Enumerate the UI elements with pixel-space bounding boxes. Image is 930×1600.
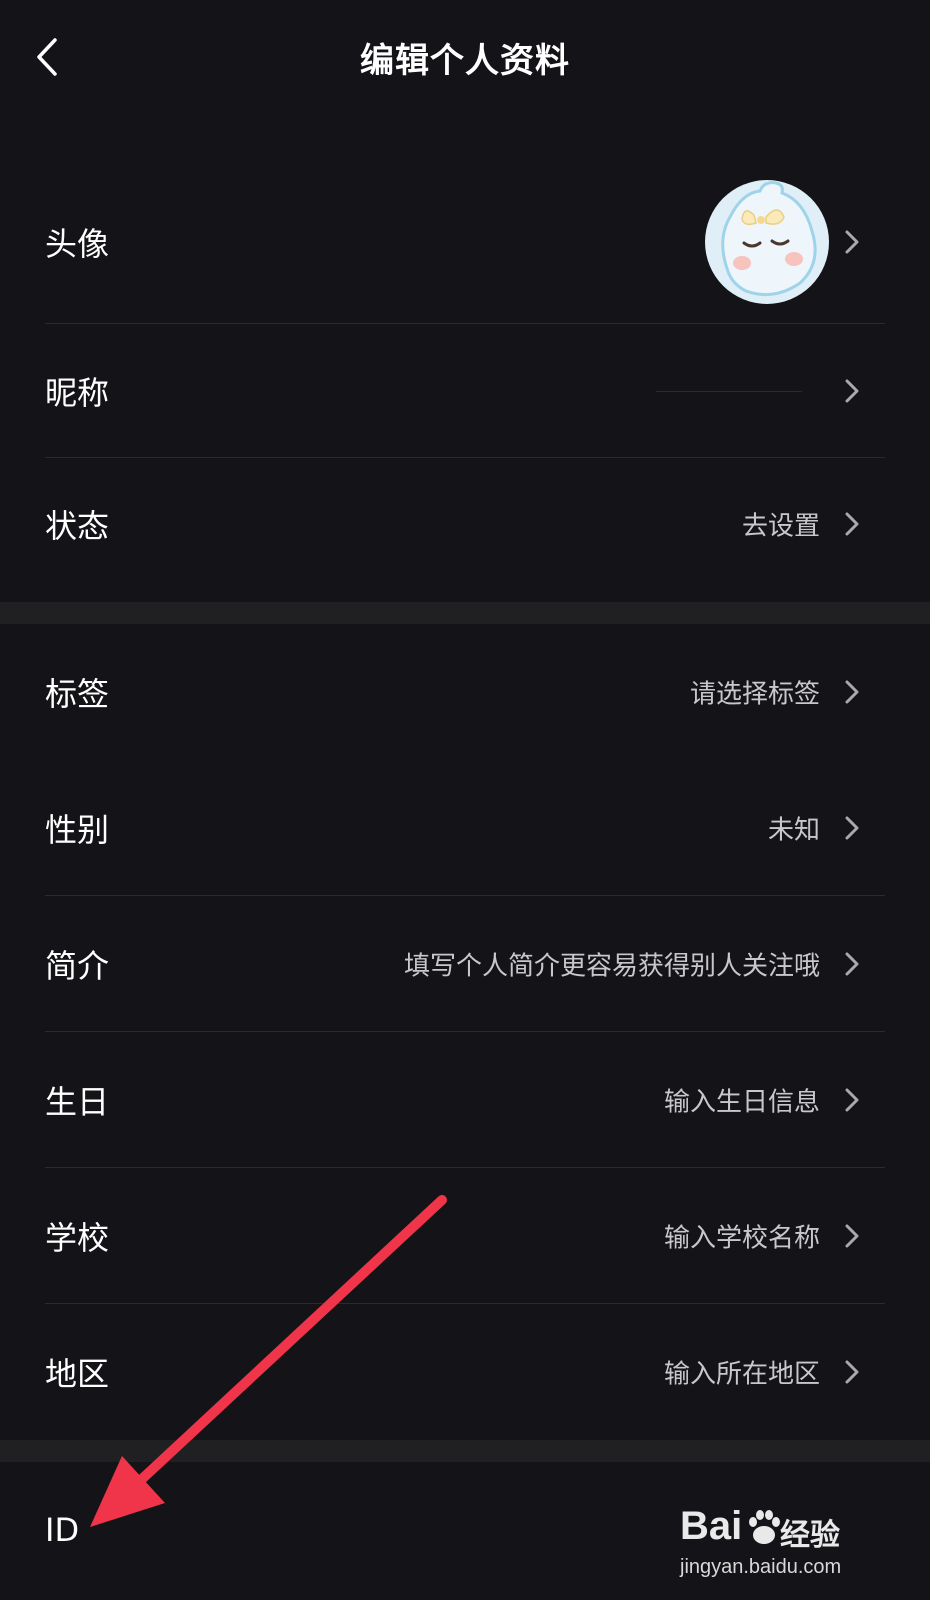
baidu-paw-icon bbox=[749, 1510, 780, 1544]
chevron-right-icon bbox=[845, 1224, 859, 1248]
row-label-tags: 标签 bbox=[45, 675, 110, 713]
row-gender[interactable]: 性别 未知 bbox=[0, 760, 930, 896]
watermark-logo-text: Bai bbox=[680, 1504, 743, 1548]
chevron-right-icon bbox=[845, 1360, 859, 1384]
row-label-gender: 性别 bbox=[45, 811, 110, 849]
chevron-right-icon bbox=[845, 1088, 859, 1112]
row-value-birthday: 输入生日信息 bbox=[663, 1087, 820, 1118]
row-value-status: 去设置 bbox=[741, 511, 820, 542]
baidu-jingyan-watermark: Bai 经验 jingyan.baidu.com bbox=[680, 1504, 860, 1594]
row-label-birthday: 生日 bbox=[45, 1083, 110, 1121]
row-tags[interactable]: 标签 请选择标签 bbox=[0, 624, 930, 760]
watermark-url: jingyan.baidu.com bbox=[680, 1556, 842, 1578]
chevron-right-icon bbox=[845, 680, 859, 704]
row-label-region: 地区 bbox=[45, 1355, 110, 1393]
row-avatar[interactable]: 头像 bbox=[0, 160, 930, 324]
chevron-right-icon bbox=[845, 379, 859, 403]
row-label-avatar: 头像 bbox=[45, 225, 110, 263]
row-label-status: 状态 bbox=[45, 507, 110, 545]
row-value-bio: 填写个人简介更容易获得别人关注哦 bbox=[403, 951, 820, 982]
row-birthday[interactable]: 生日 输入生日信息 bbox=[0, 1032, 930, 1168]
row-school[interactable]: 学校 输入学校名称 bbox=[0, 1168, 930, 1304]
row-value-tags: 请选择标签 bbox=[689, 679, 820, 710]
page-title: 编辑个人资料 bbox=[360, 41, 570, 81]
row-label-nickname: 昵称 bbox=[45, 374, 110, 412]
row-label-id: ID bbox=[45, 1511, 80, 1549]
row-nickname[interactable]: 昵称 bbox=[0, 324, 930, 458]
chevron-right-icon bbox=[845, 512, 859, 536]
row-value-region: 输入所在地区 bbox=[663, 1359, 820, 1390]
chevron-right-icon bbox=[845, 952, 859, 976]
row-bio[interactable]: 简介 填写个人简介更容易获得别人关注哦 bbox=[0, 896, 930, 1032]
chevron-right-icon bbox=[845, 816, 859, 840]
row-label-bio: 简介 bbox=[45, 947, 110, 985]
profile-section-details: 标签 请选择标签 性别 未知 简介 填写个人简介更容易获得别人关注哦 生日 输入… bbox=[0, 624, 930, 1440]
nickname-placeholder-line bbox=[656, 391, 802, 392]
header: 编辑个人资料 bbox=[0, 0, 930, 112]
watermark-logo-suffix: 经验 bbox=[780, 1519, 840, 1552]
row-value-school: 输入学校名称 bbox=[663, 1223, 820, 1254]
section-separator bbox=[0, 602, 930, 624]
row-label-school: 学校 bbox=[45, 1219, 110, 1257]
row-status[interactable]: 状态 去设置 bbox=[0, 458, 930, 590]
row-region[interactable]: 地区 输入所在地区 bbox=[0, 1304, 930, 1440]
section-separator bbox=[0, 1440, 930, 1462]
row-value-gender: 未知 bbox=[767, 815, 820, 846]
avatar[interactable] bbox=[704, 179, 830, 305]
chevron-right-icon bbox=[845, 230, 859, 254]
profile-section-basic: 头像 昵称 状态 去设置 bbox=[0, 112, 930, 590]
